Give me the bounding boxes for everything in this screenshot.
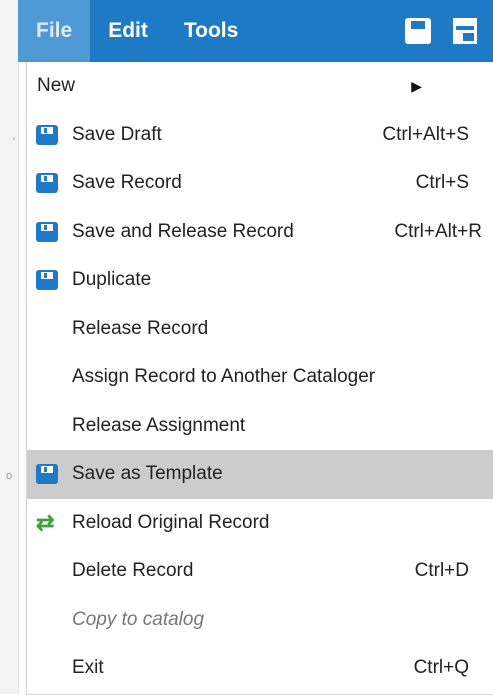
menu-item-label: Save as Template xyxy=(72,463,223,485)
menu-item-exit[interactable]: Exit Ctrl+Q xyxy=(27,644,493,693)
menu-item-label: Duplicate xyxy=(72,269,152,291)
file-menu-dropdown: New ▶ Save Draft Ctrl+Alt+S Save Record … xyxy=(26,62,493,695)
menu-item-label: Assign Record to Another Cataloger xyxy=(72,366,376,388)
menu-edit[interactable]: Edit xyxy=(90,0,166,62)
template-toolbar-button[interactable] xyxy=(453,18,479,44)
save-icon xyxy=(36,270,58,291)
menu-item-shortcut: Ctrl+D xyxy=(414,560,469,582)
menu-bar: File Edit Tools xyxy=(18,0,493,62)
menu-item-label: Save Record xyxy=(72,172,182,194)
menu-item-shortcut: Ctrl+Alt+S xyxy=(382,123,469,145)
menu-item-shortcut: Ctrl+Alt+R xyxy=(394,220,482,242)
menu-item-label: Release Record xyxy=(72,317,209,339)
menu-item-duplicate[interactable]: Duplicate xyxy=(27,256,493,305)
menu-item-label: Exit xyxy=(72,657,104,679)
save-toolbar-button[interactable] xyxy=(405,18,431,44)
save-icon xyxy=(36,124,58,145)
menu-item-label: Release Assignment xyxy=(72,414,246,436)
menu-file[interactable]: File xyxy=(18,0,91,62)
menu-item-save-record[interactable]: Save Record Ctrl+S xyxy=(27,159,493,208)
save-icon xyxy=(36,464,58,485)
menu-item-reload-original[interactable]: ⇄ Reload Original Record xyxy=(27,499,493,548)
menu-item-save-as-template[interactable]: Save as Template xyxy=(27,450,493,499)
menu-item-label: New xyxy=(37,75,76,97)
menu-item-release-record[interactable]: Release Record xyxy=(27,305,493,354)
background-mark: o xyxy=(6,470,13,482)
save-icon xyxy=(36,173,58,194)
menu-item-delete-record[interactable]: Delete Record Ctrl+D xyxy=(27,547,493,596)
template-icon xyxy=(453,18,477,44)
save-icon xyxy=(405,18,431,44)
menu-item-release-assignment[interactable]: Release Assignment xyxy=(27,402,493,451)
menu-item-save-draft[interactable]: Save Draft Ctrl+Alt+S xyxy=(27,111,493,160)
menu-item-new[interactable]: New ▶ xyxy=(27,62,493,111)
menu-item-shortcut: Ctrl+Q xyxy=(413,657,469,679)
reload-icon: ⇄ xyxy=(36,509,55,535)
background-mark: ' xyxy=(13,136,16,148)
menu-item-label: Save and Release Record xyxy=(72,220,294,242)
menu-item-label: Save Draft xyxy=(72,123,162,145)
save-icon xyxy=(36,221,58,242)
menu-item-copy-to-catalog: Copy to catalog xyxy=(27,596,493,645)
menu-tools[interactable]: Tools xyxy=(166,0,256,62)
menu-item-save-and-release[interactable]: Save and Release Record Ctrl+Alt+R xyxy=(27,208,493,257)
menu-item-label: Copy to catalog xyxy=(72,608,205,630)
menu-item-label: Reload Original Record xyxy=(72,511,270,533)
submenu-arrow-icon: ▶ xyxy=(411,77,422,94)
menu-item-label: Delete Record xyxy=(72,560,194,582)
menu-item-assign-record[interactable]: Assign Record to Another Cataloger xyxy=(27,353,493,402)
background-panel: ' o xyxy=(0,0,19,694)
menu-item-shortcut: Ctrl+S xyxy=(415,172,469,194)
